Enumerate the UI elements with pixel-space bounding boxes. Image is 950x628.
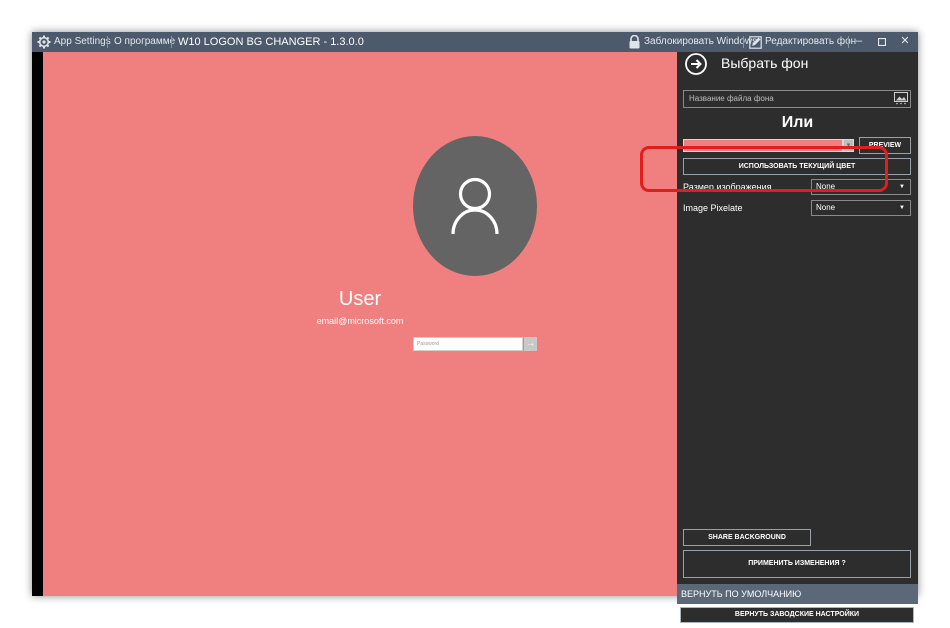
image-icon[interactable]: [894, 92, 908, 110]
app-title: W10 LOGON BG CHANGER - 1.3.0.0: [178, 36, 364, 48]
app-window: App Settings О программе W10 LOGON BG CH…: [32, 32, 918, 623]
lock-icon[interactable]: [628, 32, 641, 52]
user-email: email@microsoft.com: [316, 316, 404, 326]
highlight-frame: [640, 146, 888, 192]
settings-panel: Выбрать фон Название файла фона Или ▾ PR…: [677, 52, 918, 623]
image-pixelate-value: None: [816, 203, 836, 212]
share-background-button[interactable]: SHARE BACKGROUND: [683, 529, 811, 546]
caret-down-icon: ▼: [899, 184, 905, 190]
app-settings-button[interactable]: App Settings: [54, 32, 111, 52]
file-name-placeholder: Название файла фона: [689, 94, 774, 103]
password-field[interactable]: Password: [413, 337, 523, 351]
arrow-right-circle-icon[interactable]: [685, 53, 707, 75]
user-icon: [451, 177, 499, 235]
submit-arrow-icon[interactable]: →: [524, 337, 537, 351]
panel-title: Выбрать фон: [721, 55, 809, 71]
minimize-button[interactable]: –: [849, 32, 869, 52]
factory-reset-button[interactable]: ВЕРНУТЬ ЗАВОДСКИЕ НАСТРОЙКИ: [680, 607, 914, 623]
close-button[interactable]: ✕: [895, 32, 915, 52]
title-bar: App Settings О программе W10 LOGON BG CH…: [32, 32, 918, 52]
file-name-input[interactable]: Название файла фона: [683, 90, 911, 108]
logon-preview: User email@microsoft.com Password →: [43, 52, 677, 596]
or-label: Или: [781, 114, 814, 131]
avatar: [413, 136, 537, 276]
edit-background-button[interactable]: Редактировать фон: [765, 32, 856, 52]
edit-icon[interactable]: [749, 32, 762, 52]
maximize-button[interactable]: [872, 32, 892, 52]
user-name: User: [338, 288, 382, 310]
restore-defaults-header[interactable]: ВЕРНУТЬ ПО УМОЛЧАНИЮ: [677, 584, 918, 604]
image-pixelate-dropdown[interactable]: None ▼: [811, 200, 911, 216]
gear-icon[interactable]: [37, 32, 51, 52]
caret-down-icon: ▼: [899, 205, 905, 211]
lock-windows-button[interactable]: Заблокировать Windows: [644, 32, 757, 52]
apply-changes-button[interactable]: ПРИМЕНИТЬ ИЗМЕНЕНИЯ ?: [683, 550, 911, 578]
about-button[interactable]: О программе: [114, 32, 175, 52]
image-pixelate-label: Image Pixelate: [683, 203, 743, 213]
left-border: [32, 52, 43, 596]
